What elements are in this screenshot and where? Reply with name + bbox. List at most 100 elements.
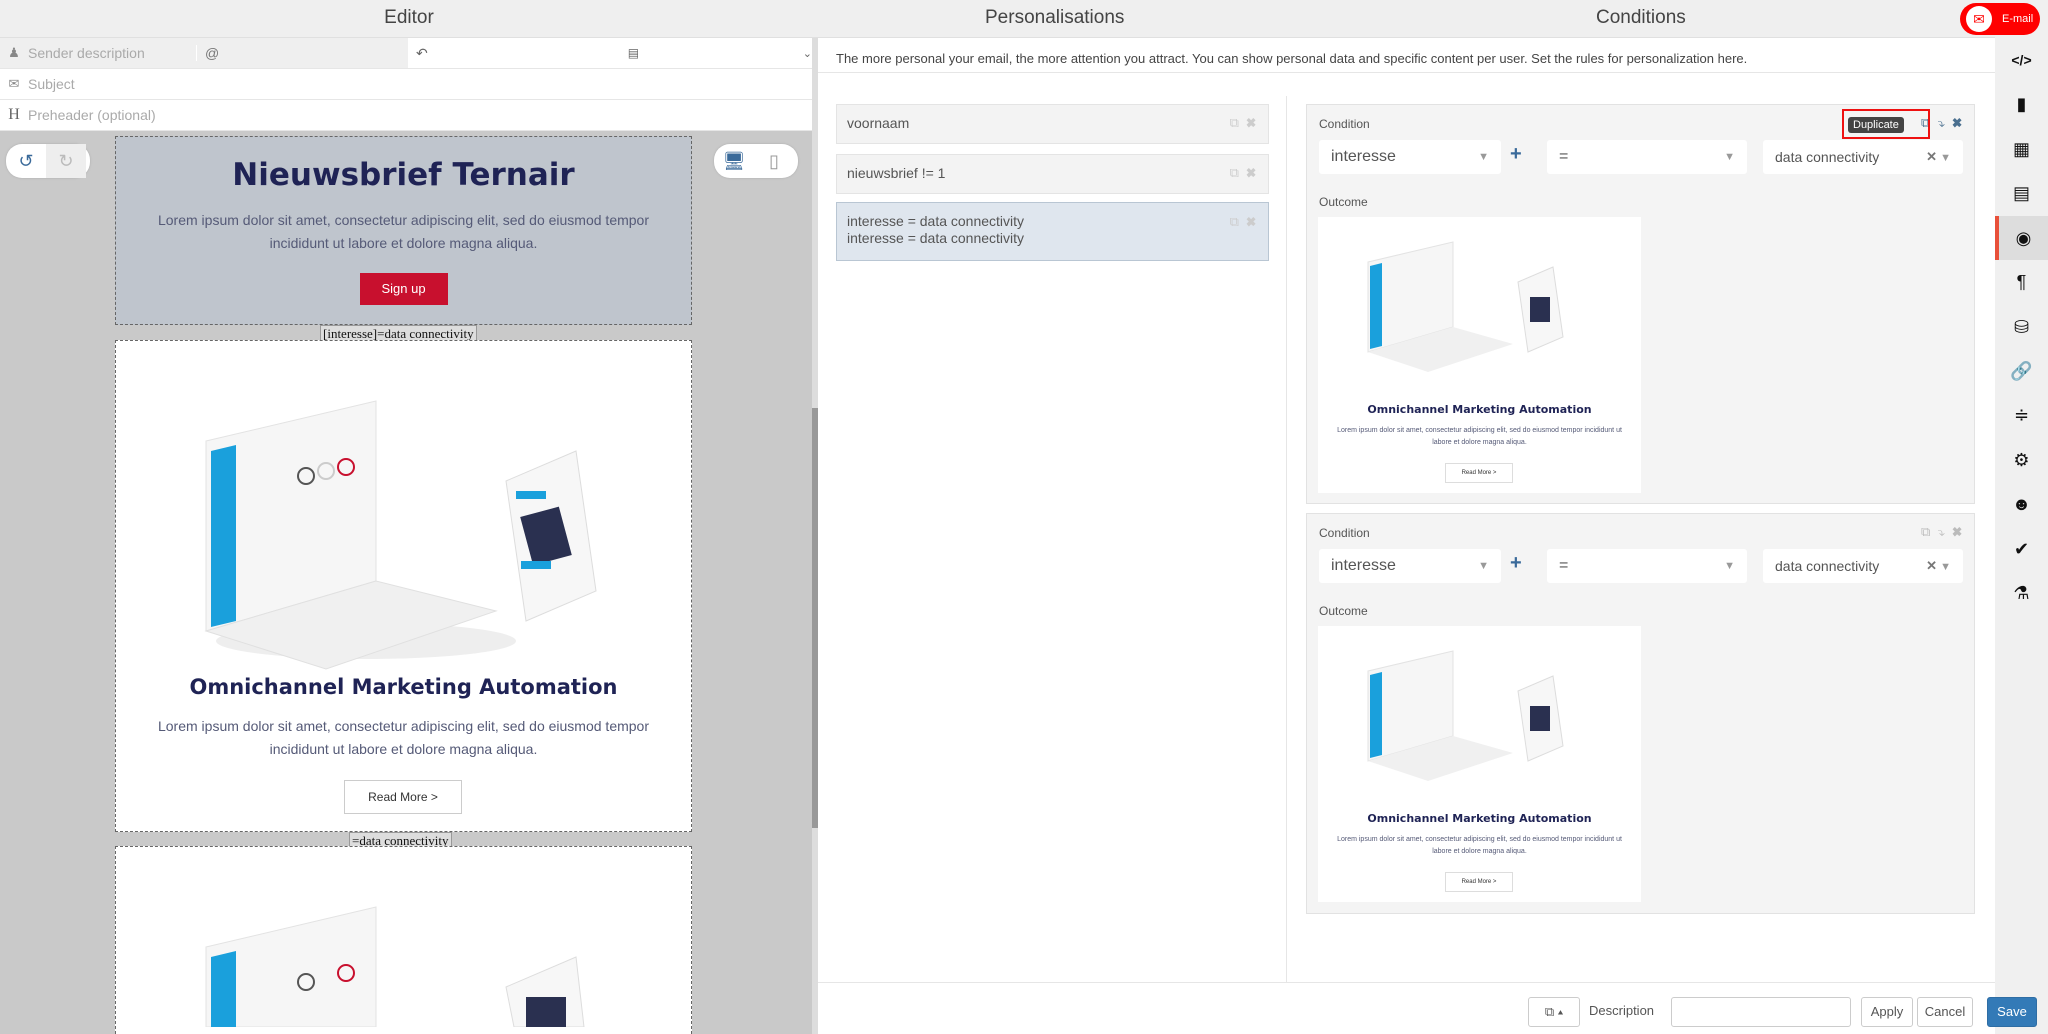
contact-card-icon: ▤	[627, 46, 640, 60]
outcome-preview[interactable]: Omnichannel Marketing Automation Lorem i…	[1318, 626, 1641, 902]
content-card[interactable]: Omnichannel Marketing Automation Lorem i…	[115, 340, 692, 832]
rss-icon[interactable]: ≑	[1995, 393, 2048, 437]
undo-icon[interactable]: ↺	[6, 151, 46, 172]
apply-button[interactable]: Apply	[1861, 997, 1913, 1027]
chevron-down-icon: ⌄	[802, 47, 812, 60]
code-icon[interactable]: </>	[1995, 38, 2048, 82]
list-item-label: interesse = data connectivity	[847, 213, 1025, 229]
operator-select[interactable]: = ▼	[1547, 140, 1747, 174]
conditions-title: Conditions	[1596, 7, 1686, 28]
close-icon[interactable]: ✖	[1246, 214, 1256, 229]
sender-email-input[interactable]: @	[196, 45, 408, 61]
field-select[interactable]: interesse ▼	[1319, 549, 1501, 583]
users-icon[interactable]: ☻	[1995, 482, 2048, 526]
subject-row: ✉ Subject	[0, 69, 818, 100]
field-select[interactable]: interesse ▼	[1319, 140, 1501, 174]
duplicate-icon[interactable]: ⧉	[1230, 165, 1239, 180]
move-down-icon[interactable]: ⤵	[1938, 524, 1945, 539]
gear-icon[interactable]: ⚙	[1995, 438, 2048, 482]
editor-title: Editor	[0, 0, 818, 38]
condition-label: Condition	[1319, 526, 1370, 540]
description-label: Description	[1589, 1003, 1655, 1018]
close-icon[interactable]: ✖	[1952, 115, 1962, 130]
value-select[interactable]: data connectivity ✕ ▼	[1763, 549, 1963, 583]
duplicate-icon[interactable]: ⧉	[1230, 115, 1239, 130]
reply-to-select[interactable]: ↶ ▤ ⌄	[408, 38, 818, 68]
list-item-label: voornaam	[847, 115, 910, 131]
email-badge-label: E-mail	[2002, 13, 2034, 25]
close-icon[interactable]: ✖	[1246, 165, 1256, 180]
cancel-button[interactable]: Cancel	[1917, 997, 1973, 1027]
sender-row: ♟ Sender description @ ↶ ▤ ⌄	[0, 38, 818, 69]
caret-down-icon: ▼	[1724, 560, 1735, 572]
laptop-phone-illustration	[1367, 241, 1564, 372]
read-more-button[interactable]: Read More >	[344, 780, 462, 814]
close-icon[interactable]: ✖	[1246, 115, 1256, 130]
hero-block[interactable]: Nieuwsbrief Ternair Lorem ipsum dolor si…	[115, 136, 692, 325]
caret-down-icon: ▼	[1724, 151, 1735, 163]
email-badge[interactable]: ✉ E-mail	[1960, 3, 2040, 35]
duplicate-highlight: Duplicate	[1842, 109, 1930, 139]
move-down-icon[interactable]: ⤵	[1938, 115, 1945, 130]
tool-sidebar: </> ▮ ▦ ▤ ◉ ¶ ⛁ 🔗 ≑ ⚙ ☻ ✔ ⚗	[1995, 0, 2048, 1034]
paragraph-icon[interactable]: ¶	[1995, 260, 2048, 304]
personalisations-title: Personalisations	[985, 7, 1125, 28]
database-icon[interactable]: ⛁	[1995, 305, 2048, 349]
list-item[interactable]: voornaam ⧉ ✖	[836, 104, 1269, 144]
duplicate-tooltip: Duplicate	[1848, 117, 1904, 133]
laptop-phone-illustration	[204, 400, 597, 670]
image-file-icon[interactable]: ▤	[1995, 171, 2048, 215]
outcome-label: Outcome	[1319, 195, 1368, 209]
link-icon[interactable]: 🔗	[1995, 349, 2048, 393]
outcome-text: Lorem ipsum dolor sit amet, consectetur …	[1337, 836, 1622, 855]
condition-label: Condition	[1319, 117, 1370, 131]
device-toggle: 🖥 ▯	[714, 144, 798, 178]
mobile-icon[interactable]: ▯	[754, 151, 794, 172]
preheader-input[interactable]: Preheader (optional)	[28, 107, 156, 123]
laptop-phone-illustration	[205, 906, 585, 1027]
eye-icon[interactable]: ◉	[1995, 216, 2048, 260]
signup-button[interactable]: Sign up	[359, 273, 448, 306]
outcome-title: Omnichannel Marketing Automation	[1367, 403, 1592, 416]
outcome-preview[interactable]: Omnichannel Marketing Automation Lorem i…	[1318, 217, 1641, 493]
clear-caret-icon: ✕ ▼	[1926, 558, 1951, 573]
subject-input[interactable]: Subject	[28, 76, 75, 92]
check-icon[interactable]: ✔	[1995, 527, 2048, 571]
condition-actions: ⧉ ⤵ ✖	[1921, 524, 1962, 540]
template-dropdown-button[interactable]: ⧉ ▴	[1528, 997, 1580, 1027]
outcome-read-more: Read More >	[1445, 463, 1513, 483]
desktop-icon[interactable]: 🖥	[714, 151, 754, 172]
list-item-selected[interactable]: interesse = data connectivity interesse …	[836, 202, 1269, 261]
grid-icon[interactable]: ▦	[1995, 127, 2048, 171]
reply-icon: ↶	[416, 44, 428, 61]
card-text: Lorem ipsum dolor sit amet, consectetur …	[157, 718, 649, 758]
hero-title: Nieuwsbrief Ternair	[232, 157, 575, 193]
user-icon: ♟	[8, 45, 20, 60]
file-icon[interactable]: ▮	[1995, 82, 2048, 126]
redo-icon[interactable]: ↻	[46, 144, 86, 178]
condition-box: Condition ⧉ ⤵ ✖ Duplicate interesse ▼ + =…	[1306, 104, 1975, 504]
list-item-label: interesse = data connectivity	[847, 230, 1025, 246]
sender-description-input[interactable]: Sender description	[28, 45, 196, 61]
preheader-row: H Preheader (optional)	[0, 100, 818, 131]
list-item[interactable]: nieuwsbrief != 1 ⧉ ✖	[836, 154, 1269, 194]
clear-caret-icon: ✕ ▼	[1926, 149, 1951, 164]
content-card[interactable]	[115, 846, 692, 1034]
laptop-phone-illustration	[1367, 650, 1564, 781]
add-icon[interactable]: +	[1510, 552, 1522, 575]
flask-icon[interactable]: ⚗	[1995, 571, 2048, 615]
value-select[interactable]: data connectivity ✕ ▼	[1763, 140, 1963, 174]
duplicate-icon[interactable]: ⧉	[1921, 524, 1930, 539]
operator-select[interactable]: = ▼	[1547, 549, 1747, 583]
undo-redo-group: ↺ ↻	[6, 144, 90, 178]
outcome-text: Lorem ipsum dolor sit amet, consectetur …	[1337, 427, 1622, 446]
save-button[interactable]: Save	[1987, 997, 2037, 1027]
description-input[interactable]	[1671, 997, 1851, 1027]
close-icon[interactable]: ✖	[1952, 524, 1962, 539]
add-icon[interactable]: +	[1510, 143, 1522, 166]
duplicate-icon[interactable]: ⧉	[1230, 214, 1239, 229]
caret-down-icon: ▼	[1478, 560, 1489, 572]
outcome-label: Outcome	[1319, 604, 1368, 618]
caret-down-icon: ▼	[1478, 151, 1489, 163]
condition-box: Condition ⧉ ⤵ ✖ interesse ▼ + = ▼ data con…	[1306, 513, 1975, 914]
